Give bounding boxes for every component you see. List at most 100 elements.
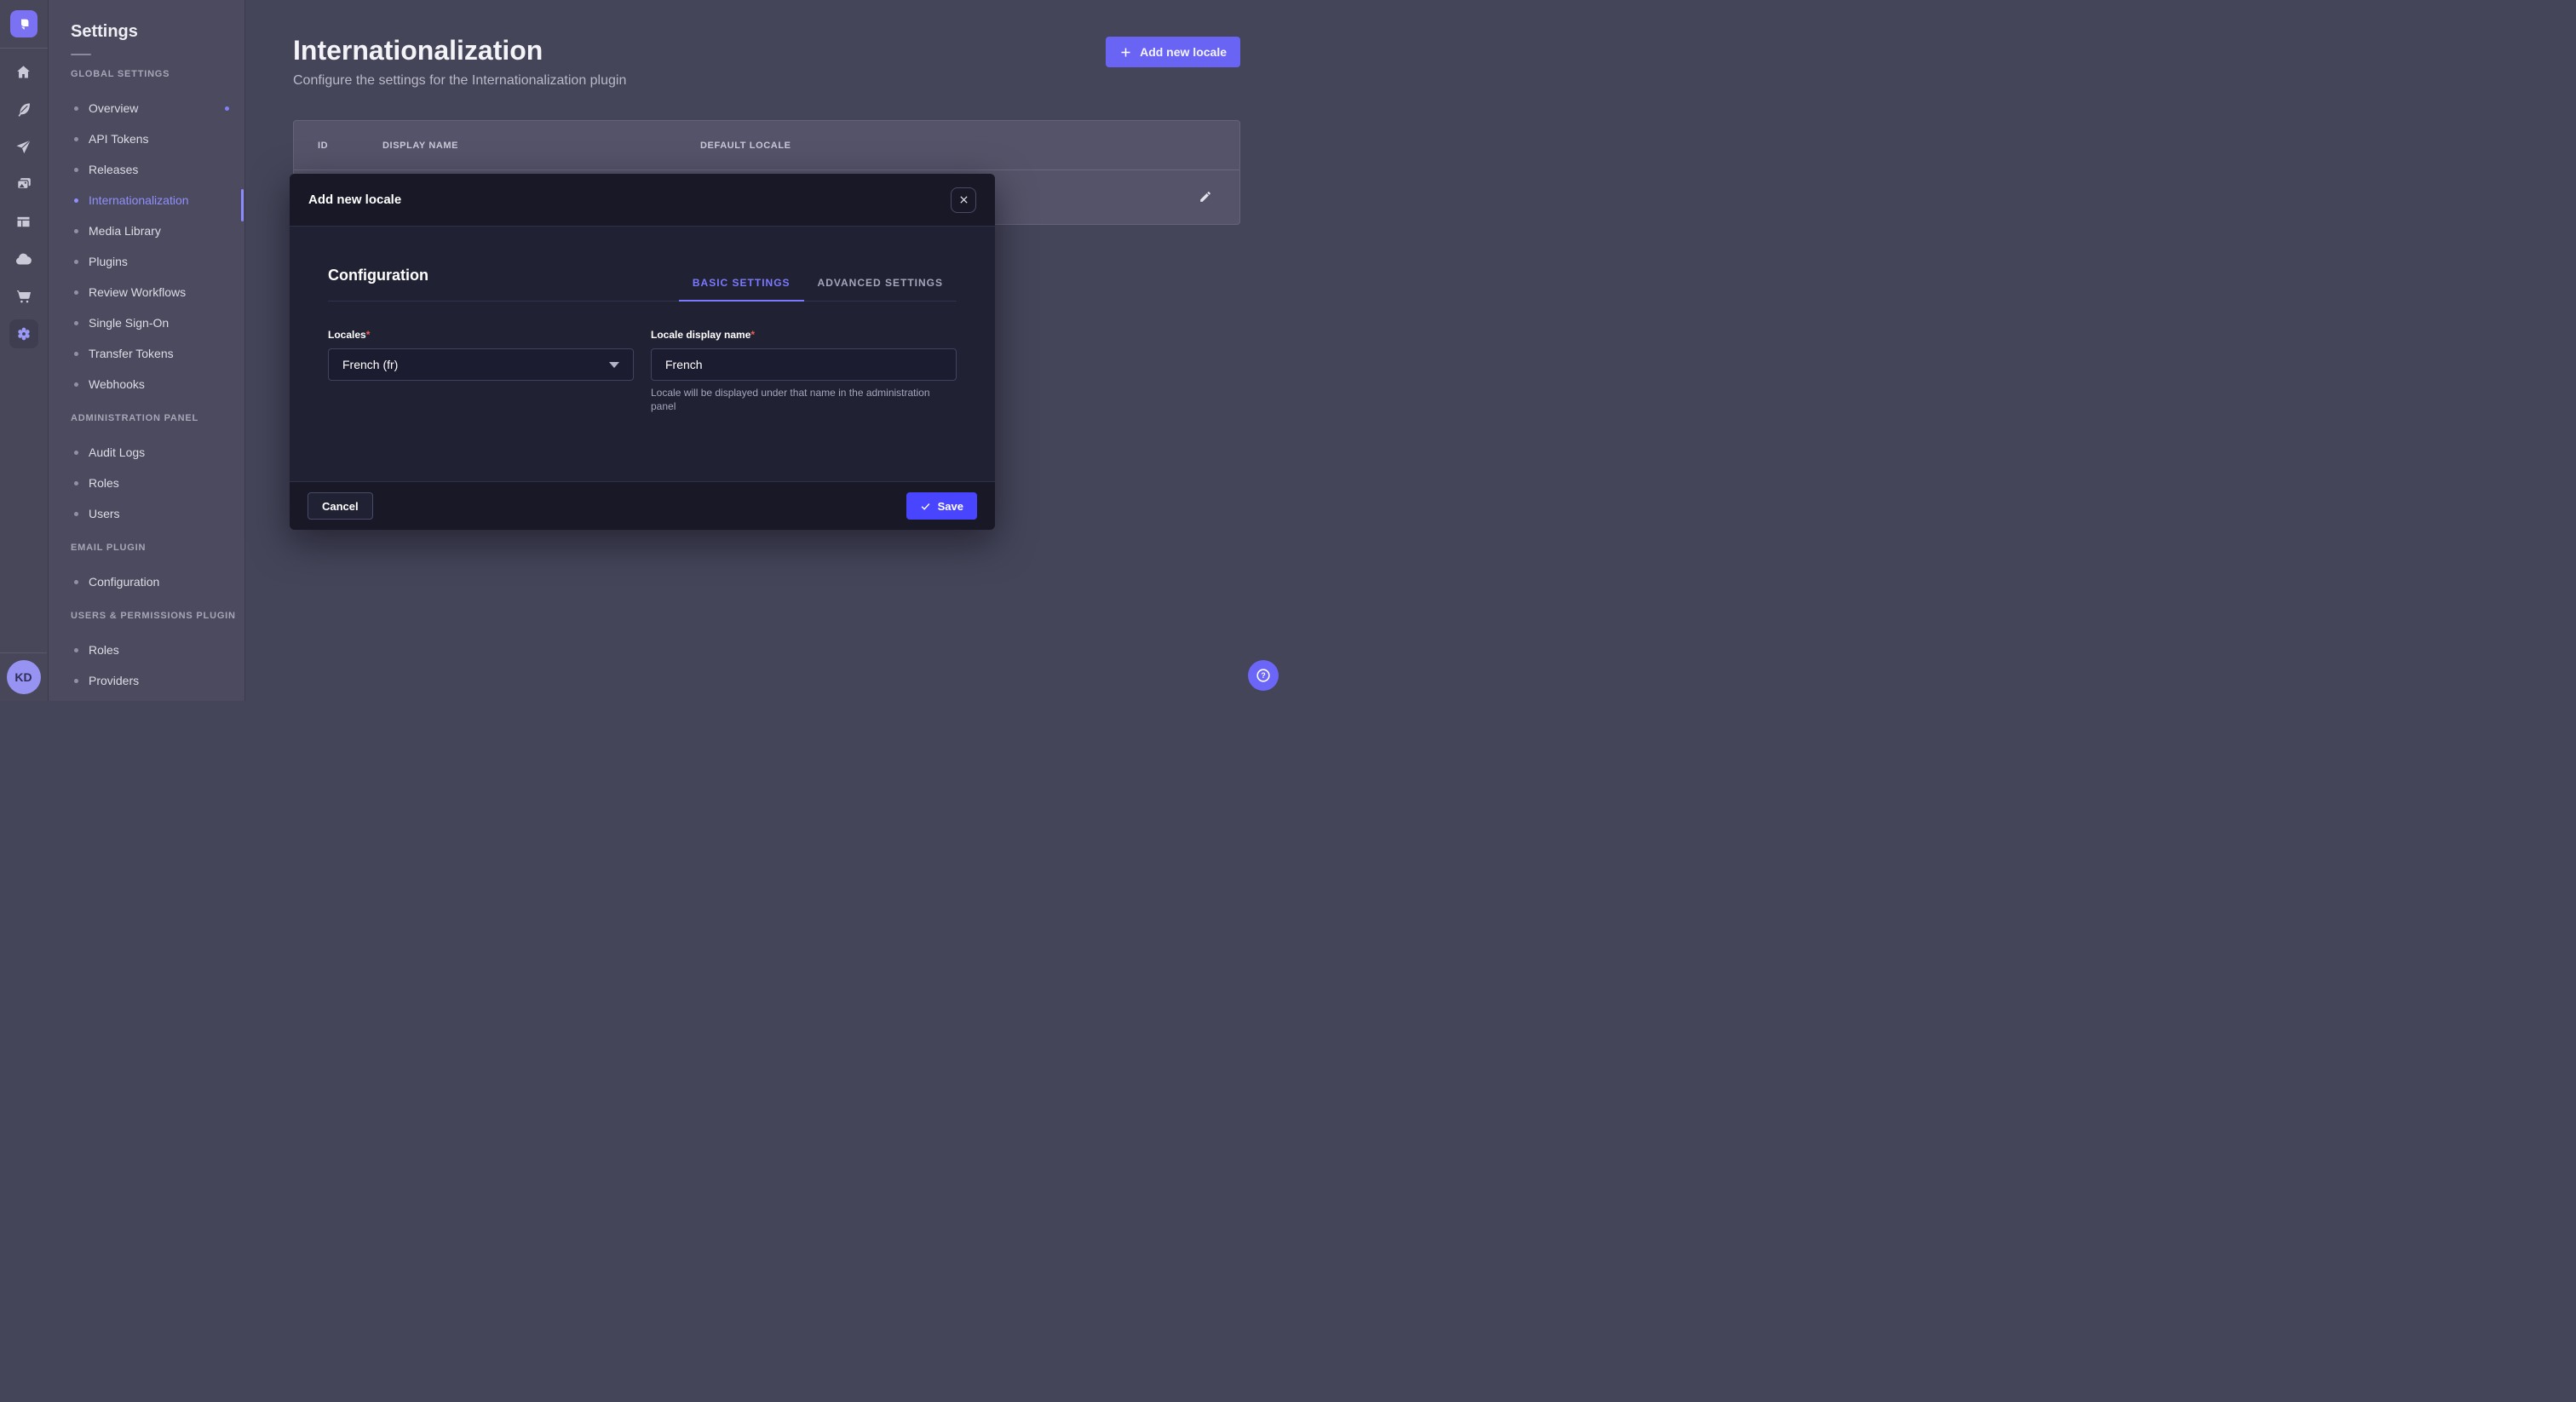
strapi-logo-icon: [15, 15, 32, 32]
bullet-icon: [74, 290, 78, 295]
bullet-icon: [74, 679, 78, 683]
required-asterisk: *: [750, 329, 755, 341]
sidebar-title-underline: [71, 54, 91, 55]
edit-locale-button[interactable]: [1194, 187, 1216, 208]
sidebar-item-admin-users[interactable]: Users: [49, 498, 244, 529]
settings-sidebar: Settings GLOBAL SETTINGS Overview API To…: [49, 0, 245, 701]
display-name-field: Locale display name* Locale will be disp…: [651, 329, 957, 413]
add-new-locale-button[interactable]: Add new locale: [1106, 37, 1240, 67]
rail-footer: KD: [0, 652, 47, 701]
paper-plane-icon: [14, 138, 32, 156]
pencil-icon: [1198, 190, 1212, 204]
modal-footer: Cancel Save: [290, 481, 995, 530]
bullet-icon: [74, 168, 78, 172]
modal-header: Add new locale: [290, 174, 995, 227]
sidebar-item-internationalization[interactable]: Internationalization: [49, 185, 244, 215]
nav-item-settings[interactable]: [0, 315, 48, 353]
save-button[interactable]: Save: [906, 492, 977, 520]
tab-basic-settings[interactable]: BASIC SETTINGS: [679, 277, 804, 302]
section-administration-panel: ADMINISTRATION PANEL Audit Logs Roles Us…: [49, 413, 244, 529]
section-users-permissions-plugin: USERS & PERMISSIONS PLUGIN Roles Provide…: [49, 611, 244, 696]
section-email-plugin: EMAIL PLUGIN Configuration: [49, 543, 244, 597]
bullet-icon: [74, 512, 78, 516]
question-icon: ?: [1255, 667, 1272, 684]
chevron-down-icon: [609, 362, 619, 368]
modal-close-button[interactable]: [951, 187, 976, 213]
bullet-icon: [74, 198, 78, 203]
column-header-display-name: DISPLAY NAME: [382, 141, 700, 151]
section-label: ADMINISTRATION PANEL: [71, 413, 244, 427]
nav-item-deploy[interactable]: [0, 128, 48, 165]
locales-label: Locales*: [328, 329, 634, 342]
rail-nav: [0, 53, 47, 353]
notification-dot: [225, 106, 229, 111]
sidebar-item-up-roles[interactable]: Roles: [49, 635, 244, 665]
sidebar-item-overview[interactable]: Overview: [49, 93, 244, 124]
nav-item-content-type-builder[interactable]: [0, 90, 48, 128]
icon-rail: KD: [0, 0, 49, 701]
configuration-title: Configuration: [328, 267, 428, 284]
sidebar-item-media-library[interactable]: Media Library: [49, 215, 244, 246]
sidebar-item-releases[interactable]: Releases: [49, 154, 244, 185]
avatar-initials: KD: [14, 670, 32, 684]
user-avatar[interactable]: KD: [7, 660, 41, 694]
page-header: Internationalization Configure the setti…: [293, 0, 1240, 89]
plus-icon: [1119, 46, 1132, 59]
locales-select[interactable]: French (fr): [328, 348, 634, 381]
bullet-icon: [74, 260, 78, 264]
rail-divider: [0, 48, 48, 49]
bullet-icon: [74, 451, 78, 455]
display-name-input[interactable]: [651, 348, 957, 381]
table-header-row: ID DISPLAY NAME DEFAULT LOCALE: [294, 121, 1239, 170]
sidebar-item-single-sign-on[interactable]: Single Sign-On: [49, 307, 244, 338]
pictures-icon: [14, 175, 33, 193]
sidebar-scrollbar-thumb[interactable]: [241, 189, 244, 221]
cloud-icon: [14, 250, 33, 269]
section-label: USERS & PERMISSIONS PLUGIN: [71, 611, 244, 624]
settings-tabs: BASIC SETTINGS ADVANCED SETTINGS: [679, 277, 957, 301]
sidebar-item-plugins[interactable]: Plugins: [49, 246, 244, 277]
settings-active-pill: [9, 319, 38, 348]
sidebar-item-up-providers[interactable]: Providers: [49, 665, 244, 696]
cart-icon: [14, 287, 33, 306]
bullet-icon: [74, 382, 78, 387]
layout-panel-icon: [14, 213, 32, 231]
display-name-helper-text: Locale will be displayed under that name…: [651, 386, 957, 413]
section-label: GLOBAL SETTINGS: [71, 69, 244, 83]
strapi-logo[interactable]: [10, 10, 37, 37]
check-icon: [920, 501, 931, 512]
nav-item-cloud[interactable]: [0, 240, 48, 278]
svg-text:?: ?: [1261, 671, 1265, 680]
add-new-locale-modal: Add new locale Configuration BASIC SETTI…: [290, 174, 995, 530]
sidebar-item-review-workflows[interactable]: Review Workflows: [49, 277, 244, 307]
feather-icon: [14, 101, 32, 118]
help-button[interactable]: ?: [1248, 660, 1279, 691]
nav-item-marketplace[interactable]: [0, 278, 48, 315]
tab-advanced-settings[interactable]: ADVANCED SETTINGS: [804, 277, 957, 301]
sidebar-item-admin-roles[interactable]: Roles: [49, 468, 244, 498]
close-icon: [959, 195, 969, 204]
bullet-icon: [74, 106, 78, 111]
bullet-icon: [74, 481, 78, 486]
section-global-settings: GLOBAL SETTINGS Overview API Tokens Rele…: [49, 69, 244, 399]
cancel-button[interactable]: Cancel: [308, 492, 373, 520]
nav-item-content-manager[interactable]: [0, 203, 48, 240]
nav-item-media-library[interactable]: [0, 165, 48, 203]
bullet-icon: [74, 648, 78, 652]
display-name-label: Locale display name*: [651, 329, 957, 342]
column-header-default-locale: DEFAULT LOCALE: [700, 141, 1216, 151]
bullet-icon: [74, 321, 78, 325]
bullet-icon: [74, 229, 78, 233]
sidebar-item-email-configuration[interactable]: Configuration: [49, 566, 244, 597]
bullet-icon: [74, 580, 78, 584]
sidebar-item-webhooks[interactable]: Webhooks: [49, 369, 244, 399]
sidebar-item-transfer-tokens[interactable]: Transfer Tokens: [49, 338, 244, 369]
locales-field: Locales* French (fr): [328, 329, 634, 413]
bullet-icon: [74, 137, 78, 141]
sidebar-item-api-tokens[interactable]: API Tokens: [49, 124, 244, 154]
sidebar-item-audit-logs[interactable]: Audit Logs: [49, 437, 244, 468]
modal-title: Add new locale: [308, 192, 401, 207]
strapi-settings-page: { "colors": { "primary": "#4945FF", "pri…: [0, 0, 1288, 701]
nav-item-home[interactable]: [0, 53, 48, 90]
home-icon: [14, 63, 32, 81]
